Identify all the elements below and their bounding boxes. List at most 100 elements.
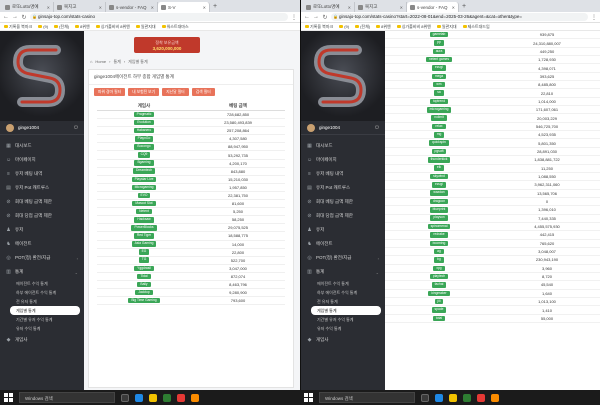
close-tab-icon[interactable]: ✕ — [47, 5, 50, 10]
bookmark-item[interactable]: 8위엔 — [75, 24, 90, 30]
close-tab-icon[interactable]: ✕ — [99, 5, 102, 10]
browser-tab[interactable]: s-vendor - FAQ ✕ — [106, 2, 158, 12]
sidebar-item-win-limit[interactable]: ⊘ 회대 당첨 금액 제한 — [301, 209, 385, 223]
reload-icon[interactable]: ↻ — [21, 14, 27, 21]
sidebar-subitem[interactable]: 하부 에이전트 수익 통계 — [301, 288, 385, 297]
sidebar-item-pot[interactable]: ▤ 유저 Pot 캐트루스 — [0, 181, 84, 195]
column-header-amount[interactable]: 베팅 금액 — [191, 103, 285, 109]
sidebar-subitem-active[interactable]: 게임별 통계 — [311, 306, 381, 315]
user-profile[interactable]: ginge1004 ⏻ — [301, 121, 385, 135]
task-view-icon[interactable] — [121, 393, 129, 402]
sidebar-subitem[interactable]: 에이전트 수익 통계 — [0, 279, 84, 288]
sidebar-subitem-active[interactable]: 게임별 통계 — [10, 306, 80, 315]
user-profile[interactable]: ginge1004 ⏻ — [0, 121, 84, 135]
sidebar-item-bet-limit[interactable]: ⊘ 회대 베팅 금액 제한 — [301, 195, 385, 209]
windows-start-icon[interactable] — [304, 393, 313, 402]
app-icon[interactable] — [477, 393, 485, 402]
bookmark-item[interactable]: (전체) — [54, 24, 69, 30]
logo[interactable] — [0, 31, 84, 121]
menu-icon[interactable]: ⋮ — [591, 14, 597, 21]
sidebar-item-pot-exchange[interactable]: ◎ POT(정) 환전/지급 › — [301, 251, 385, 265]
edge-icon[interactable] — [435, 393, 443, 402]
back-icon[interactable]: ← — [304, 14, 310, 20]
sidebar-subitem[interactable]: 유저 수익 통계 — [0, 324, 84, 333]
new-tab-button[interactable]: + — [210, 2, 220, 12]
bookmark-item[interactable]: 싱가폴비비 8위엔 — [95, 24, 130, 30]
sidebar-item-game-providers[interactable]: ◆ 게임사 — [301, 333, 385, 347]
url-field[interactable]: 🔒 ginsajo-top.com/stats-casino — [30, 13, 288, 21]
sidebar-item-pot-exchange[interactable]: ◎ POT(정) 환전/지급 › — [0, 251, 84, 265]
close-tab-icon[interactable]: ✕ — [348, 5, 351, 10]
bookmark-item[interactable]: 워스트대마스 — [161, 24, 189, 30]
bookmark-item[interactable]: (9) — [38, 24, 48, 29]
bookmark-item[interactable]: 기록을 북마크 — [4, 24, 32, 30]
menu-icon[interactable]: ⋮ — [291, 14, 297, 21]
windows-start-icon[interactable] — [4, 393, 13, 402]
bookmark-item[interactable]: 기록을 북마크 — [305, 24, 333, 30]
sidebar-subitem[interactable]: 전 유저 통계 — [0, 297, 84, 306]
browser-tab[interactable]: 복지고 ✕ — [355, 2, 407, 12]
search-app-icon[interactable] — [191, 393, 199, 402]
sidebar-subitem[interactable]: 기간별 유저 수익 통계 — [301, 315, 385, 324]
sidebar-subitem[interactable]: 유저 수익 통계 — [301, 324, 385, 333]
app-icon[interactable] — [177, 393, 185, 402]
taskbar-search-input[interactable]: Windows 검색 — [319, 392, 415, 403]
sidebar-item-dashboard[interactable]: ▦ 대시보드 — [301, 139, 385, 153]
bookmark-item[interactable]: (9) — [339, 24, 349, 29]
logout-icon[interactable]: ⏻ — [74, 125, 78, 131]
sidebar-subitem[interactable]: 하부 에이전트 수익 통계 — [0, 288, 84, 297]
sidebar-item-agents[interactable]: ♞ 에이전트 — [0, 237, 84, 251]
browser-tab[interactable]: 복지고 ✕ — [54, 2, 106, 12]
sidebar-item-win-limit[interactable]: ⊘ 회대 당첨 금액 제한 — [0, 209, 84, 223]
filter-button[interactable]: 지난달 필터 — [162, 88, 189, 96]
sidebar-item-users[interactable]: ♟ 유저 — [0, 223, 84, 237]
bookmark-item[interactable]: 8위엔 — [376, 24, 391, 30]
sidebar-subitem[interactable]: 기간별 유저 수익 통계 — [0, 315, 84, 324]
sidebar-item-stats[interactable]: ▥ 통계 ⌄ — [0, 265, 84, 279]
breadcrumb-item[interactable]: 통계 — [113, 59, 120, 65]
bookmark-item[interactable]: (전체) — [355, 24, 370, 30]
taskbar-search-input[interactable]: Windows 검색 — [19, 392, 115, 403]
sidebar-subitem[interactable]: 에이전트 수익 통계 — [301, 279, 385, 288]
bookmark-item[interactable]: 싱가폴비비 8위엔 — [396, 24, 431, 30]
chrome-icon[interactable] — [463, 393, 471, 402]
logout-icon[interactable]: ⏻ — [375, 125, 379, 131]
task-view-icon[interactable] — [421, 393, 429, 402]
file-explorer-icon[interactable] — [149, 393, 157, 402]
sidebar-subitem[interactable]: 전 유저 통계 — [301, 297, 385, 306]
back-icon[interactable]: ← — [3, 14, 9, 20]
sidebar-item-bet-history[interactable]: ≡ 유저 베팅 내역 — [0, 167, 84, 181]
home-icon[interactable]: ⌂ — [90, 59, 92, 65]
breadcrumb-item[interactable]: Home — [95, 59, 106, 65]
forward-icon[interactable]: → — [313, 14, 319, 20]
sidebar-item-stats[interactable]: ▥ 통계 ⌄ — [301, 265, 385, 279]
new-tab-button[interactable]: + — [459, 2, 469, 12]
sidebar-item-agents[interactable]: ♞ 에이전트 — [301, 237, 385, 251]
filter-button[interactable]: 내 보험된 보기 — [128, 88, 160, 96]
sidebar-item-game-providers[interactable]: ◆ 게임사 — [0, 333, 84, 347]
edge-icon[interactable] — [135, 393, 143, 402]
close-tab-icon[interactable]: ✕ — [400, 5, 403, 10]
bookmark-item[interactable]: 제스트대드임 — [462, 24, 490, 30]
close-tab-icon[interactable]: ✕ — [452, 5, 455, 10]
browser-tab[interactable]: 로또Lotto명예 ✕ — [2, 2, 54, 12]
search-app-icon[interactable] — [491, 393, 499, 402]
filter-button[interactable]: 검색 필터 — [191, 88, 215, 96]
bookmark-item[interactable]: 일관지대 — [436, 24, 457, 30]
browser-tab[interactable]: 로또Lotto명예 ✕ — [303, 2, 355, 12]
forward-icon[interactable]: → — [12, 14, 18, 20]
url-field[interactable]: 🔒 ginsajo-top.com/stats-casino?start=2022… — [331, 13, 588, 21]
filter-button[interactable]: 파워 경마 필터 — [94, 88, 126, 96]
bookmark-item[interactable]: 일관지대 — [135, 24, 156, 30]
sidebar-item-mypage[interactable]: ☺ 마이페이지 — [301, 153, 385, 167]
file-explorer-icon[interactable] — [449, 393, 457, 402]
close-tab-icon[interactable]: ✕ — [203, 5, 206, 10]
sidebar-item-bet-history[interactable]: ≡ 유저 베팅 내역 — [301, 167, 385, 181]
reload-icon[interactable]: ↻ — [322, 14, 328, 21]
sidebar-item-mypage[interactable]: ☺ 마이페이지 — [0, 153, 84, 167]
sidebar-item-dashboard[interactable]: ▦ 대시보드 — [0, 139, 84, 153]
column-header-game[interactable]: 게임사 — [97, 103, 191, 109]
sidebar-item-bet-limit[interactable]: ⊘ 회대 베팅 금액 제한 — [0, 195, 84, 209]
sidebar-item-users[interactable]: ♟ 유저 — [301, 223, 385, 237]
close-tab-icon[interactable]: ✕ — [151, 5, 154, 10]
